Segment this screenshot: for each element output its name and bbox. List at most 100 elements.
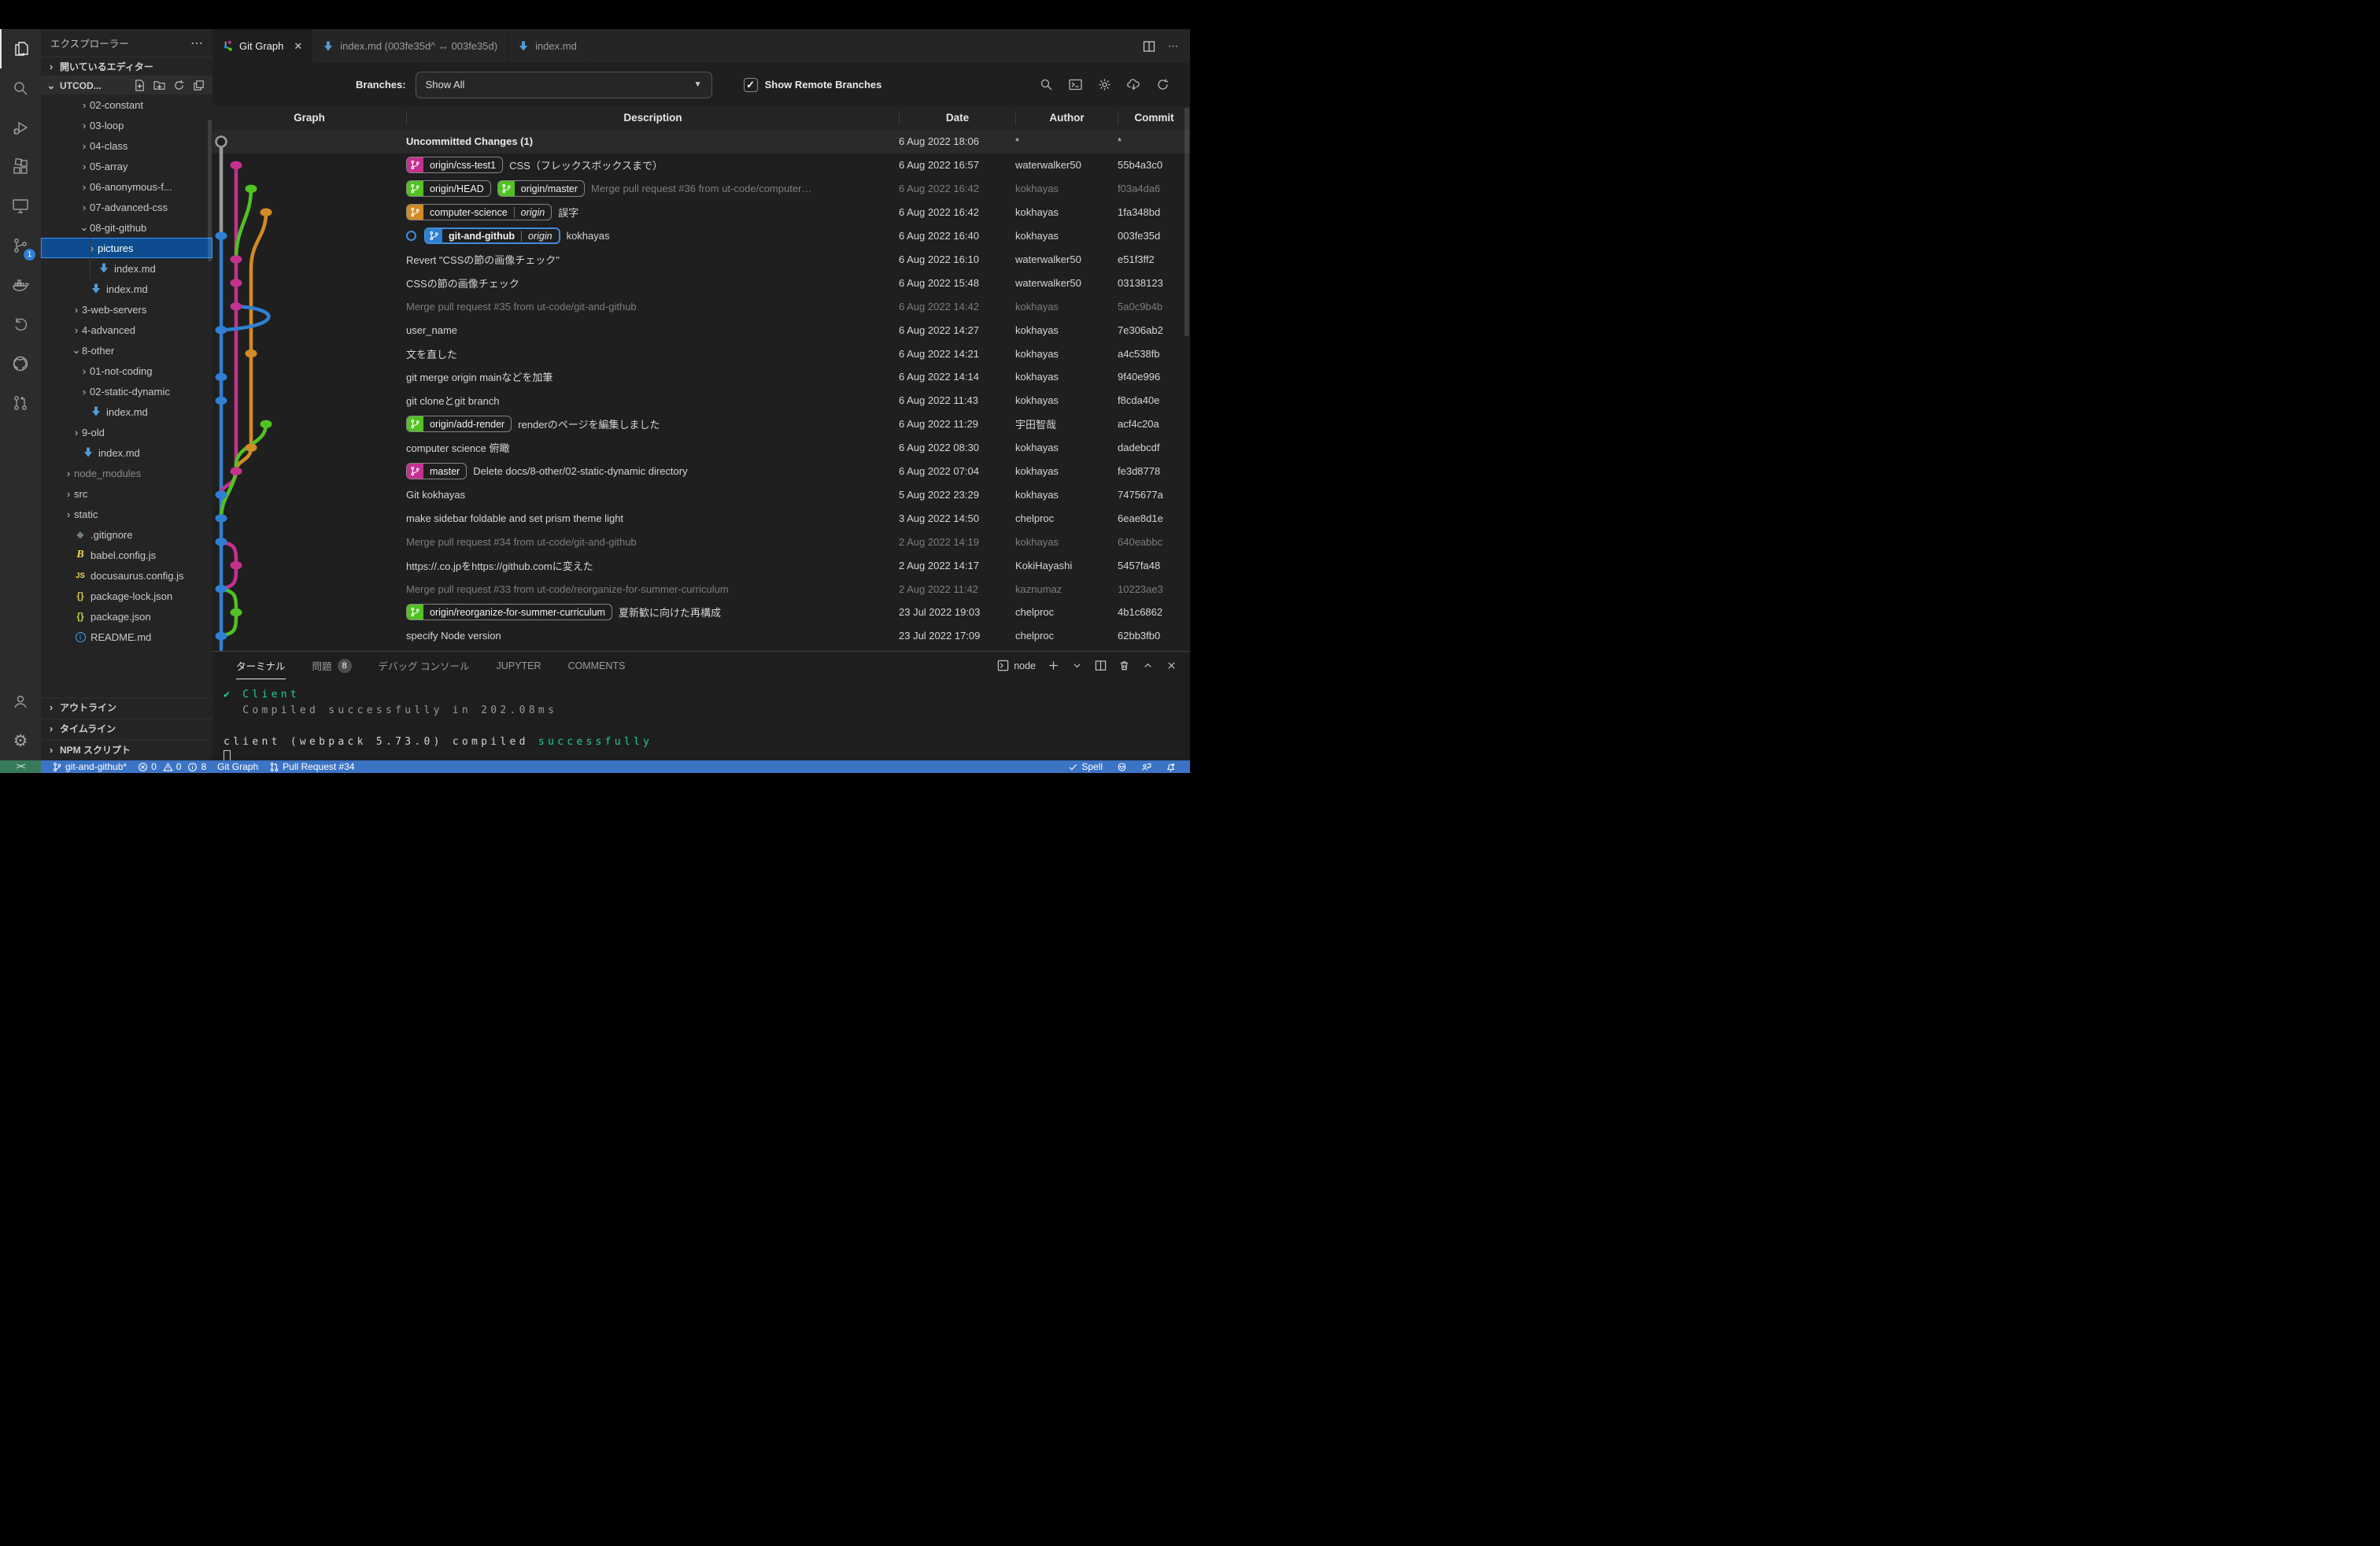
graph-commit-dot[interactable]	[231, 302, 242, 310]
panel-tab--[interactable]: デバッグ コンソール	[379, 652, 470, 679]
graph-commit-dot[interactable]	[216, 632, 227, 640]
panel-tab--[interactable]: 問題8	[312, 652, 352, 679]
tree-item-3-web-servers[interactable]: ›3-web-servers	[41, 299, 213, 320]
graph-commit-dot[interactable]	[231, 161, 242, 169]
notifications-bell-icon[interactable]	[1166, 762, 1176, 772]
remote-explorer-icon[interactable]	[0, 187, 41, 226]
branch-pill-computer-science[interactable]: computer-scienceorigin	[406, 204, 552, 220]
split-terminal-icon[interactable]	[1095, 660, 1107, 671]
branch-pill-origin-master[interactable]: origin/master	[497, 180, 585, 197]
branch-pill-origin-head[interactable]: origin/HEAD	[406, 180, 491, 197]
tree-item-index-md[interactable]: index.md	[41, 279, 213, 299]
close-panel-icon[interactable]	[1166, 660, 1177, 671]
graph-commit-dot[interactable]	[216, 326, 227, 334]
github-icon[interactable]	[0, 344, 41, 383]
sidebar-scrollbar[interactable]	[208, 120, 212, 261]
tree-item-05-array[interactable]: ›05-array	[41, 156, 213, 176]
tree-item-03-loop[interactable]: ›03-loop	[41, 115, 213, 135]
sidebar-more-icon[interactable]: ⋯	[190, 35, 203, 51]
pull-request-icon[interactable]	[0, 383, 41, 423]
tree-item-8-other[interactable]: ⌄8-other	[41, 340, 213, 361]
tab-index-md[interactable]: index.md (003fe35d^ ↔ 003fe35d)	[312, 29, 508, 63]
copilot-status-icon[interactable]	[1117, 762, 1127, 772]
graph-commit-dot[interactable]	[216, 490, 227, 498]
graph-search-icon[interactable]	[1040, 78, 1053, 91]
tree-item-babel-config-js[interactable]: Bbabel.config.js	[41, 545, 213, 565]
graph-commit-dot[interactable]	[216, 373, 227, 381]
branch-pill-origin-add-render[interactable]: origin/add-render	[406, 416, 512, 432]
graph-commit-dot[interactable]	[216, 397, 227, 405]
new-file-icon[interactable]	[134, 80, 146, 91]
new-terminal-icon[interactable]	[1048, 660, 1059, 671]
graph-commit-dot[interactable]	[216, 585, 227, 593]
cloud-download-icon[interactable]	[1127, 78, 1140, 91]
terminal-output[interactable]: ✔ Client Compiled successfully in 202.08…	[213, 679, 1190, 766]
tree-item-index-md[interactable]: index.md	[41, 401, 213, 422]
spell-status-item[interactable]: Spell	[1068, 761, 1103, 772]
graph-commit-dot[interactable]	[231, 279, 242, 287]
tree-item-08-git-github[interactable]: ⌄08-git-github	[41, 217, 213, 238]
graph-commit-dot[interactable]	[261, 420, 272, 428]
tree-item-4-advanced[interactable]: ›4-advanced	[41, 320, 213, 340]
tree-item-index-md[interactable]: index.md	[41, 442, 213, 463]
close-icon[interactable]: ✕	[294, 40, 302, 53]
section-timeline[interactable]: ›タイムライン	[41, 719, 213, 738]
terminal-dropdown-icon[interactable]	[1071, 660, 1083, 671]
tree-item--gitignore[interactable]: ◆.gitignore	[41, 524, 213, 545]
graph-commit-dot[interactable]	[246, 350, 257, 357]
terminal-shell-item[interactable]: node	[997, 660, 1036, 671]
graph-commit-dot[interactable]	[231, 608, 242, 616]
branch-pill-master[interactable]: master	[406, 463, 467, 479]
tree-item-04-class[interactable]: ›04-class	[41, 135, 213, 156]
graph-settings-icon[interactable]	[1098, 78, 1111, 91]
graph-commit-dot[interactable]	[216, 137, 227, 147]
kill-terminal-icon[interactable]	[1118, 660, 1130, 671]
search-icon[interactable]	[0, 68, 41, 108]
tree-item-9-old[interactable]: ›9-old	[41, 422, 213, 442]
tree-item-01-not-coding[interactable]: ›01-not-coding	[41, 361, 213, 381]
refresh-icon[interactable]	[173, 80, 185, 91]
section-open-editors[interactable]: ›開いているエディター	[41, 57, 213, 76]
branch-pill-origin-reorganize-for-summer-curriculum[interactable]: origin/reorganize-for-summer-curriculum	[406, 604, 612, 620]
tab-index-md[interactable]: index.md	[508, 29, 587, 63]
graph-commit-dot[interactable]	[231, 255, 242, 263]
panel-tab-comments[interactable]: COMMENTS	[567, 652, 625, 679]
graph-commit-dot[interactable]	[231, 467, 242, 475]
explorer-icon[interactable]	[0, 29, 41, 68]
branches-dropdown[interactable]: Show All▼	[416, 72, 712, 98]
branch-status-item[interactable]: git-and-github*	[52, 761, 127, 772]
panel-tab-jupyter[interactable]: JUPYTER	[497, 652, 541, 679]
tree-item-docusaurus-config-js[interactable]: JSdocusaurus.config.js	[41, 565, 213, 586]
git-graph-status-item[interactable]: Git Graph	[217, 761, 258, 772]
editor-more-icon[interactable]: ⋯	[1168, 40, 1179, 53]
remote-indicator[interactable]: ><	[0, 760, 41, 773]
pull-request-status-item[interactable]: Pull Request #34	[269, 761, 354, 772]
run-debug-icon[interactable]	[0, 108, 41, 147]
graph-commit-dot[interactable]	[246, 185, 257, 193]
docker-icon[interactable]	[0, 265, 41, 305]
settings-gear-icon[interactable]: ⚙	[0, 721, 41, 760]
graph-commit-dot[interactable]	[231, 561, 242, 569]
show-remote-branches-toggle[interactable]: ✓ Show Remote Branches	[744, 78, 882, 92]
tree-item-pictures[interactable]: ›pictures	[41, 238, 213, 258]
undo-arrow-icon[interactable]	[0, 305, 41, 344]
graph-commit-dot[interactable]	[261, 209, 272, 216]
split-editor-icon[interactable]	[1143, 40, 1155, 53]
branch-pill-origin-css-test1[interactable]: origin/css-test1	[406, 157, 503, 173]
checkbox-icon[interactable]: ✓	[744, 78, 758, 92]
feedback-status-icon[interactable]	[1141, 762, 1151, 772]
new-folder-icon[interactable]	[153, 80, 165, 91]
tree-item-06-anonymous-f-[interactable]: ›06-anonymous-f...	[41, 176, 213, 197]
tree-item-07-advanced-css[interactable]: ›07-advanced-css	[41, 197, 213, 217]
tree-item-package-lock-json[interactable]: {}package-lock.json	[41, 586, 213, 606]
tree-item-package-json[interactable]: {}package.json	[41, 606, 213, 627]
graph-refresh-icon[interactable]	[1156, 78, 1170, 91]
source-control-icon[interactable]: 1	[0, 226, 41, 265]
graph-commit-dot[interactable]	[216, 538, 227, 546]
section-npm-scripts[interactable]: ›NPM スクリプト	[41, 740, 213, 759]
tree-item-02-constant[interactable]: ›02-constant	[41, 94, 213, 115]
tree-item-src[interactable]: ›src	[41, 483, 213, 504]
tab-git[interactable]: Git Graph✕	[213, 29, 312, 63]
tree-item-02-static-dynamic[interactable]: ›02-static-dynamic	[41, 381, 213, 401]
extensions-icon[interactable]	[0, 147, 41, 187]
